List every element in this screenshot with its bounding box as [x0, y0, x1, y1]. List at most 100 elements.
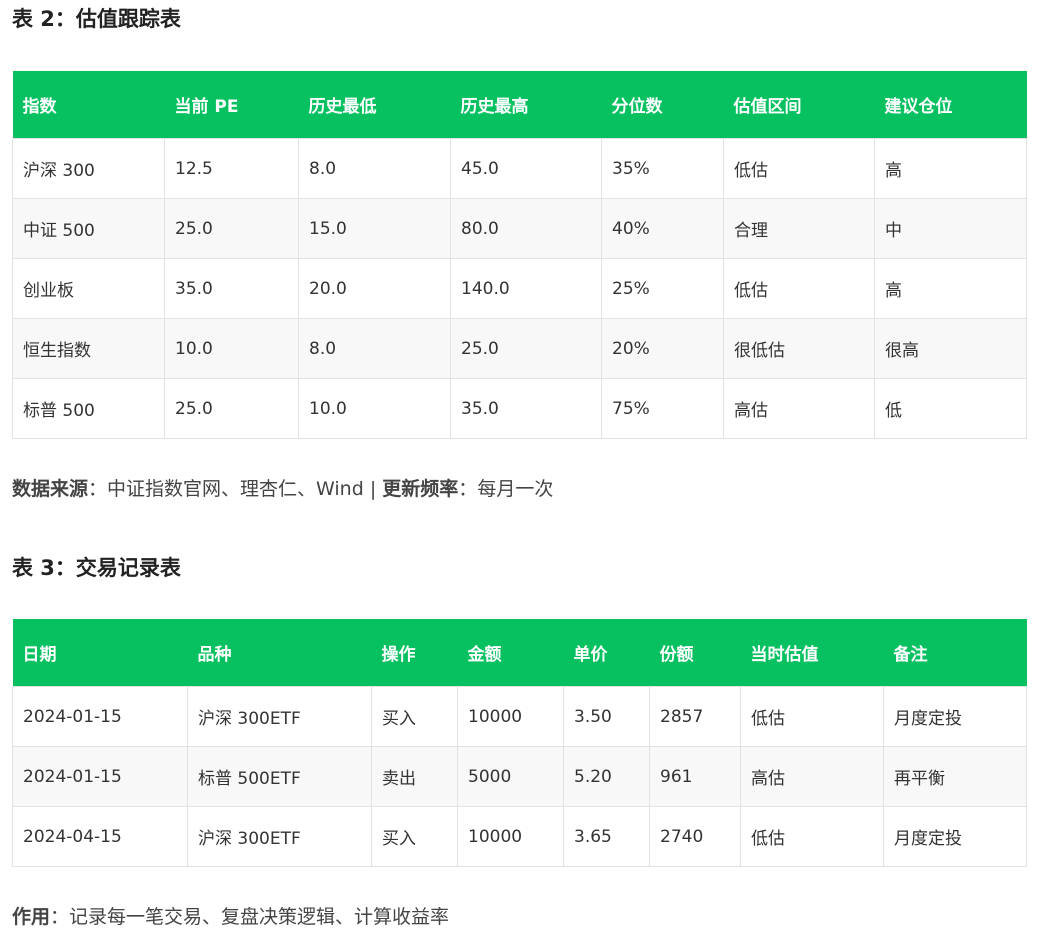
trade-record-table: 日期 品种 操作 金额 单价 份额 当时估值 备注 2024-01-15 沪深 … — [12, 619, 1027, 867]
column-header-unit-price: 单价 — [563, 619, 650, 687]
column-header-remarks: 备注 — [883, 619, 1027, 687]
cell-suggested-position: 高 — [874, 138, 1027, 199]
table-header-row: 日期 品种 操作 金额 单价 份额 当时估值 备注 — [12, 619, 1027, 687]
cell-remarks: 月度定投 — [883, 806, 1027, 867]
cell-percentile: 20% — [601, 318, 724, 379]
cell-suggested-position: 中 — [874, 198, 1027, 259]
column-header-current-pe: 当前 PE — [164, 71, 299, 139]
cell-shares: 2740 — [649, 806, 741, 867]
cell-remarks: 月度定投 — [883, 686, 1027, 747]
table-row: 标普 500 25.0 10.0 35.0 75% 高估 低 — [12, 378, 1027, 439]
cell-historical-high: 35.0 — [450, 378, 602, 439]
cell-index: 恒生指数 — [12, 318, 165, 379]
purpose-label: 作用 — [12, 906, 51, 928]
cell-amount: 10000 — [457, 806, 564, 867]
cell-shares: 2857 — [649, 686, 741, 747]
cell-suggested-position: 很高 — [874, 318, 1027, 379]
cell-percentile: 75% — [601, 378, 724, 439]
cell-percentile: 25% — [601, 258, 724, 319]
cell-historical-low: 8.0 — [298, 138, 451, 199]
purpose-note: 作用：记录每一笔交易、复盘决策逻辑、计算收益率 — [12, 902, 449, 932]
data-source-label: 数据来源 — [12, 478, 89, 500]
cell-valuation-range: 合理 — [723, 198, 875, 259]
cell-product: 标普 500ETF — [187, 746, 372, 807]
cell-historical-high: 25.0 — [450, 318, 602, 379]
note-divider: | — [363, 478, 383, 500]
cell-date: 2024-01-15 — [12, 686, 188, 747]
table-header-row: 指数 当前 PE 历史最低 历史最高 分位数 估值区间 建议仓位 — [12, 71, 1027, 139]
table-row: 2024-01-15 标普 500ETF 卖出 5000 5.20 961 高估… — [12, 746, 1027, 807]
cell-valuation-range: 高估 — [723, 378, 875, 439]
cell-historical-high: 45.0 — [450, 138, 602, 199]
cell-suggested-position: 高 — [874, 258, 1027, 319]
cell-shares: 961 — [649, 746, 741, 807]
cell-unit-price: 3.50 — [563, 686, 650, 747]
cell-historical-low: 8.0 — [298, 318, 451, 379]
cell-current-pe: 25.0 — [164, 198, 299, 259]
cell-suggested-position: 低 — [874, 378, 1027, 439]
column-header-product: 品种 — [187, 619, 372, 687]
column-header-suggested-position: 建议仓位 — [874, 71, 1027, 139]
data-source-value: 中证指数官网、理杏仁、Wind — [107, 478, 364, 500]
cell-valuation-range: 很低估 — [723, 318, 875, 379]
data-source-note: 数据来源：中证指数官网、理杏仁、Wind | 更新频率：每月一次 — [12, 474, 553, 504]
purpose-separator: ： — [50, 906, 70, 928]
column-header-operation: 操作 — [371, 619, 458, 687]
cell-historical-high: 140.0 — [450, 258, 602, 319]
cell-product: 沪深 300ETF — [187, 806, 372, 867]
column-header-historical-low: 历史最低 — [298, 71, 451, 139]
valuation-tracking-table: 指数 当前 PE 历史最低 历史最高 分位数 估值区间 建议仓位 沪深 300 … — [12, 71, 1027, 439]
cell-operation: 买入 — [371, 686, 458, 747]
cell-amount: 5000 — [457, 746, 564, 807]
column-header-index: 指数 — [12, 71, 165, 139]
cell-percentile: 35% — [601, 138, 724, 199]
cell-valuation-at-time: 低估 — [740, 686, 884, 747]
table-row: 恒生指数 10.0 8.0 25.0 20% 很低估 很高 — [12, 318, 1027, 379]
cell-historical-low: 15.0 — [298, 198, 451, 259]
cell-index: 创业板 — [12, 258, 165, 319]
column-header-valuation-at-time: 当时估值 — [740, 619, 884, 687]
document-page: 表 2：估值跟踪表 指数 当前 PE 历史最低 历史最高 分位数 估值区间 建议… — [0, 0, 1038, 934]
column-header-valuation-range: 估值区间 — [723, 71, 875, 139]
column-header-historical-high: 历史最高 — [450, 71, 602, 139]
table2-title: 表 2：估值跟踪表 — [12, 7, 181, 31]
cell-product: 沪深 300ETF — [187, 686, 372, 747]
cell-percentile: 40% — [601, 198, 724, 259]
table-row: 2024-01-15 沪深 300ETF 买入 10000 3.50 2857 … — [12, 686, 1027, 747]
cell-index: 标普 500 — [12, 378, 165, 439]
column-header-date: 日期 — [12, 619, 188, 687]
data-source-separator: ： — [88, 478, 108, 500]
cell-amount: 10000 — [457, 686, 564, 747]
cell-valuation-at-time: 高估 — [740, 746, 884, 807]
cell-unit-price: 5.20 — [563, 746, 650, 807]
cell-index: 沪深 300 — [12, 138, 165, 199]
cell-current-pe: 10.0 — [164, 318, 299, 379]
column-header-percentile: 分位数 — [601, 71, 724, 139]
cell-remarks: 再平衡 — [883, 746, 1027, 807]
cell-historical-high: 80.0 — [450, 198, 602, 259]
update-frequency-separator: ： — [458, 478, 478, 500]
cell-date: 2024-01-15 — [12, 746, 188, 807]
cell-date: 2024-04-15 — [12, 806, 188, 867]
table-row: 创业板 35.0 20.0 140.0 25% 低估 高 — [12, 258, 1027, 319]
cell-valuation-range: 低估 — [723, 258, 875, 319]
cell-historical-low: 20.0 — [298, 258, 451, 319]
table-row: 2024-04-15 沪深 300ETF 买入 10000 3.65 2740 … — [12, 806, 1027, 867]
cell-operation: 买入 — [371, 806, 458, 867]
column-header-shares: 份额 — [649, 619, 741, 687]
table3-title: 表 3：交易记录表 — [12, 556, 181, 580]
cell-current-pe: 12.5 — [164, 138, 299, 199]
cell-valuation-at-time: 低估 — [740, 806, 884, 867]
cell-unit-price: 3.65 — [563, 806, 650, 867]
cell-valuation-range: 低估 — [723, 138, 875, 199]
cell-operation: 卖出 — [371, 746, 458, 807]
table-row: 沪深 300 12.5 8.0 45.0 35% 低估 高 — [12, 138, 1027, 199]
update-frequency-label: 更新频率 — [382, 478, 459, 500]
cell-historical-low: 10.0 — [298, 378, 451, 439]
table-row: 中证 500 25.0 15.0 80.0 40% 合理 中 — [12, 198, 1027, 259]
purpose-value: 记录每一笔交易、复盘决策逻辑、计算收益率 — [69, 906, 450, 928]
cell-current-pe: 25.0 — [164, 378, 299, 439]
update-frequency-value: 每月一次 — [477, 478, 554, 500]
cell-index: 中证 500 — [12, 198, 165, 259]
column-header-amount: 金额 — [457, 619, 564, 687]
